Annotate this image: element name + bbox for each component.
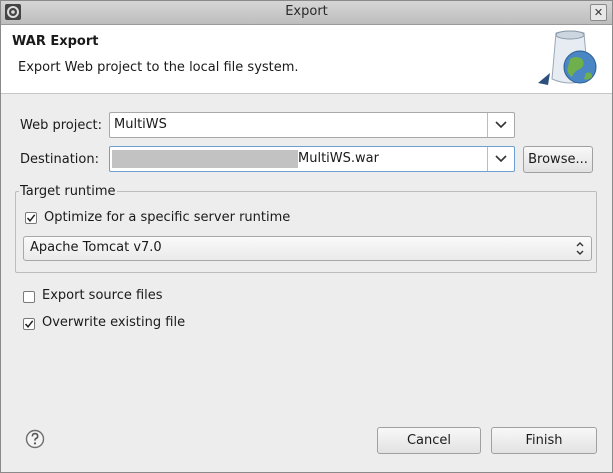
overwrite-checkbox[interactable] [23, 318, 35, 330]
check-icon [24, 320, 34, 328]
war-export-globe-icon [538, 30, 597, 85]
help-icon[interactable] [25, 429, 45, 449]
check-icon [26, 214, 36, 222]
redacted-path [112, 150, 298, 168]
destination-value: MultiWS.war [298, 151, 379, 166]
web-project-combo[interactable]: MultiWS [109, 112, 515, 138]
browse-button[interactable]: Browse... [523, 146, 593, 173]
optimize-checkbox[interactable] [25, 212, 37, 224]
export-dialog: Export ✕ WAR Export Export Web project t… [0, 0, 613, 473]
destination-label: Destination: [20, 152, 99, 167]
chevron-down-icon[interactable] [487, 113, 514, 137]
optimize-label[interactable]: Optimize for a specific server runtime [44, 210, 290, 225]
export-source-checkbox[interactable] [23, 291, 35, 303]
close-icon[interactable]: ✕ [590, 4, 607, 21]
finish-button[interactable]: Finish [491, 427, 597, 454]
window-title: Export [285, 4, 328, 19]
banner-description: Export Web project to the local file sys… [18, 60, 299, 75]
destination-combo[interactable]: MultiWS.war [109, 146, 515, 172]
web-project-value: MultiWS [114, 117, 167, 132]
runtime-select[interactable]: Apache Tomcat v7.0 [23, 236, 592, 261]
updown-arrows-icon [576, 242, 584, 255]
dialog-banner: WAR Export Export Web project to the loc… [1, 25, 612, 94]
export-source-label[interactable]: Export source files [42, 288, 163, 303]
chevron-down-icon[interactable] [487, 147, 514, 171]
cancel-button[interactable]: Cancel [377, 427, 481, 454]
web-project-label: Web project: [20, 118, 102, 133]
title-bar[interactable]: Export ✕ [1, 1, 612, 25]
overwrite-label[interactable]: Overwrite existing file [42, 315, 185, 330]
banner-heading: WAR Export [12, 34, 99, 49]
target-runtime-label: Target runtime [19, 184, 117, 199]
runtime-value: Apache Tomcat v7.0 [30, 240, 162, 255]
